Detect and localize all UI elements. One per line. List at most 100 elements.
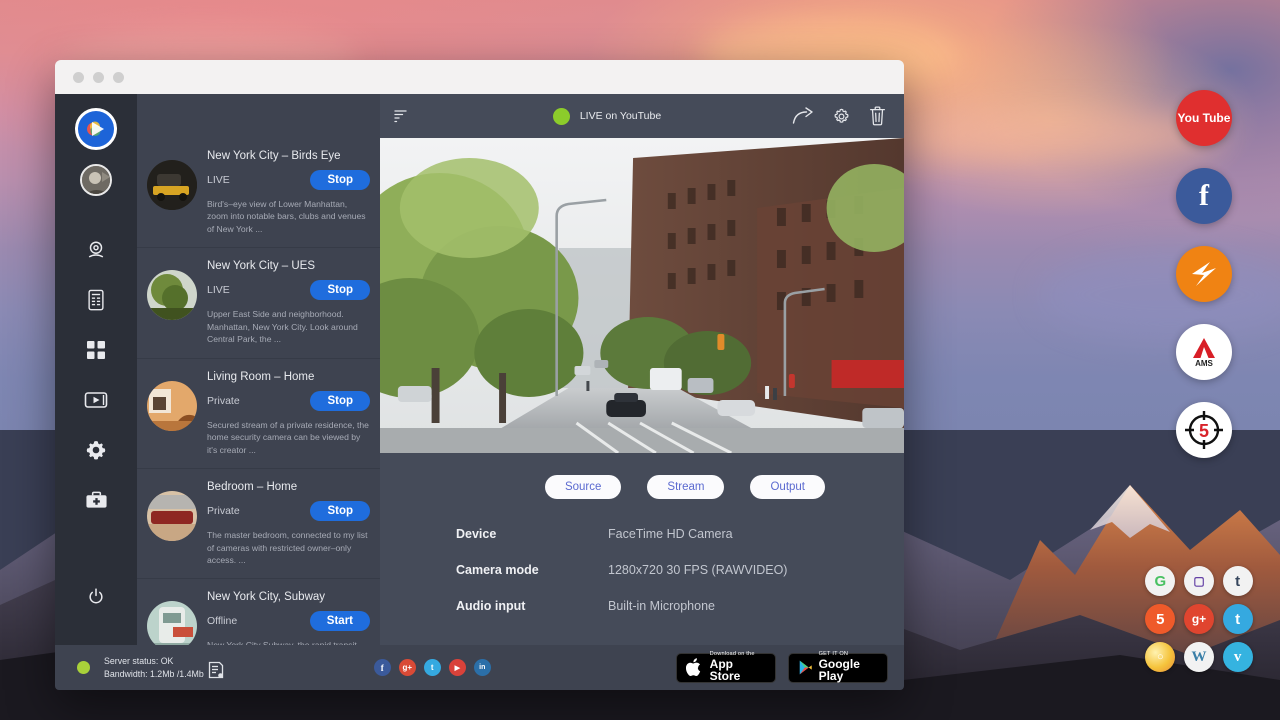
camera-state: Private [207,395,240,407]
property-value[interactable]: Built-in Microphone [608,599,715,613]
server-status-text: Server status: OK Bandwidth: 1.2Mb /1.4M… [104,655,204,680]
property-key: Camera mode [456,563,608,577]
camera-state: LIVE [207,174,230,186]
camera-list-item[interactable]: New York City – Birds Eye LIVE Stop Bird… [137,138,380,248]
mini-icon-vimeo[interactable]: v [1223,642,1253,672]
mini-icon-channel-five[interactable]: 5 [1145,604,1175,634]
trash-icon[interactable] [869,106,886,126]
mini-icon-wordpress[interactable]: W [1184,642,1214,672]
zoom-button[interactable] [113,72,124,83]
user-avatar[interactable] [80,164,112,196]
grid-apps-icon [85,339,107,361]
sidebar-item-webcam[interactable] [76,230,116,270]
dock-icon-wowza[interactable] [1176,246,1232,302]
mini-icon-tumblr[interactable]: t [1223,566,1253,596]
mini-icon-grabyo[interactable]: G [1145,566,1175,596]
dock-icon-youtube[interactable]: You Tube [1176,90,1232,146]
share-arrow-icon[interactable] [792,107,814,125]
dock-icon-adobe-ams[interactable]: AMS [1176,324,1232,380]
close-button[interactable] [73,72,84,83]
camera-title: Living Room – Home [207,371,370,383]
sidebar-item-device[interactable] [76,280,116,320]
camera-description: Secured stream of a private residence, t… [207,419,370,456]
sidebar-item-settings[interactable] [76,430,116,470]
camera-action-button[interactable]: Stop [310,501,370,521]
sort-lines-icon[interactable] [393,108,409,124]
gear-icon[interactable] [832,107,851,126]
live-status: LIVE on YouTube [422,108,792,125]
social-icon-google-plus[interactable]: g+ [399,659,416,676]
camera-list[interactable]: New York City – Birds Eye LIVE Stop Bird… [137,138,380,645]
property-value[interactable]: 1280x720 30 FPS (RAWVIDEO) [608,563,787,577]
toolbar-actions[interactable] [792,106,886,126]
camera-list-item[interactable]: New York City, Subway Offline Start New … [137,579,380,645]
sidebar-item-power[interactable] [76,577,116,617]
thumbnail-image-subway [147,601,197,645]
desktop-dock[interactable]: You Tube f AMS 5 [1176,90,1240,480]
mini-icon-vimeo-label: v [1234,649,1242,666]
dock-icon-facebook[interactable]: f [1176,168,1232,224]
camera-title: New York City, Subway [207,591,370,603]
dock-icon-channel-five[interactable]: 5 [1176,402,1232,458]
cloud [900,110,1220,160]
mini-icon-instagram-label: ○ [1157,651,1164,663]
svg-text:5: 5 [1199,421,1209,441]
social-icon-facebook[interactable]: f [374,659,391,676]
camera-list-item[interactable]: Bedroom – Home Private Stop The master b… [137,469,380,579]
property-key: Device [456,527,608,541]
camera-action-button[interactable]: Stop [310,280,370,300]
sidebar-item-support[interactable] [76,480,116,520]
camera-meta: New York City, Subway Offline Start New … [207,589,370,645]
camera-title: New York City – Birds Eye [207,150,370,162]
play-logo-icon [84,117,108,141]
minimize-button[interactable] [93,72,104,83]
mini-icon-twitter-label: t [1235,611,1240,628]
window-titlebar[interactable] [55,60,904,94]
server-status-line: Server status: OK [104,655,204,667]
footer-social-links[interactable]: f g+ t ▶ in [374,659,491,676]
camera-thumbnail [147,491,197,541]
social-icon-twitter[interactable]: t [424,659,441,676]
tab-source[interactable]: Source [545,475,621,499]
settings-tabs[interactable]: Source Stream Output [380,453,904,499]
first-aid-kit-icon [85,490,108,510]
mini-icon-twitter[interactable]: t [1223,604,1253,634]
camera-action-button[interactable]: Start [310,611,370,631]
app-store-badges[interactable]: Download on the App Store GET IT ON Goog… [676,653,888,683]
social-icon-twitter-label: t [431,663,434,672]
social-icon-youtube[interactable]: ▶ [449,659,466,676]
camera-action-button[interactable]: Stop [310,170,370,190]
google-play-badge[interactable]: GET IT ON Google Play [788,653,888,683]
app-logo-icon[interactable] [75,108,117,150]
camera-title: New York City – UES [207,260,370,272]
dock-icon-facebook-label: f [1199,179,1209,213]
report-icon[interactable] [208,661,224,679]
tab-stream[interactable]: Stream [647,475,724,499]
avatar-photo-icon [82,166,112,196]
property-row-device: Device FaceTime HD Camera [456,527,904,541]
camera-title: Bedroom – Home [207,481,370,493]
camera-list-item[interactable]: New York City – UES LIVE Stop Upper East… [137,248,380,358]
social-icon-linkedin[interactable]: in [474,659,491,676]
bandwidth-line: Bandwidth: 1.2Mb /1.4Mb [104,668,204,680]
main-toolbar: LIVE on YouTube [380,94,904,138]
mini-icon-instagram[interactable]: ○ [1145,642,1175,672]
app-store-badge[interactable]: Download on the App Store [676,653,776,683]
camera-list-item[interactable]: Living Room – Home Private Stop Secured … [137,359,380,469]
sidebar-item-broadcast[interactable] [76,380,116,420]
app-store-title: App Store [710,658,766,683]
tab-output[interactable]: Output [750,475,825,499]
social-icon-youtube-label: ▶ [455,664,460,672]
mini-icon-twitch[interactable]: ▢ [1184,566,1214,596]
property-key: Audio input [456,599,608,613]
property-value[interactable]: FaceTime HD Camera [608,527,733,541]
desktop-mini-icon-grid[interactable]: G ▢ t 5 g+ t ○ W v [1144,566,1254,672]
sidebar-item-apps[interactable] [76,330,116,370]
mini-icon-google-plus[interactable]: g+ [1184,604,1214,634]
property-row-audio-input: Audio input Built-in Microphone [456,599,904,613]
camera-status-row: LIVE Stop [207,170,370,190]
camera-action-button[interactable]: Stop [310,391,370,411]
video-preview[interactable] [380,138,904,453]
toolbar-left [380,108,422,124]
server-status-dot [77,661,90,674]
